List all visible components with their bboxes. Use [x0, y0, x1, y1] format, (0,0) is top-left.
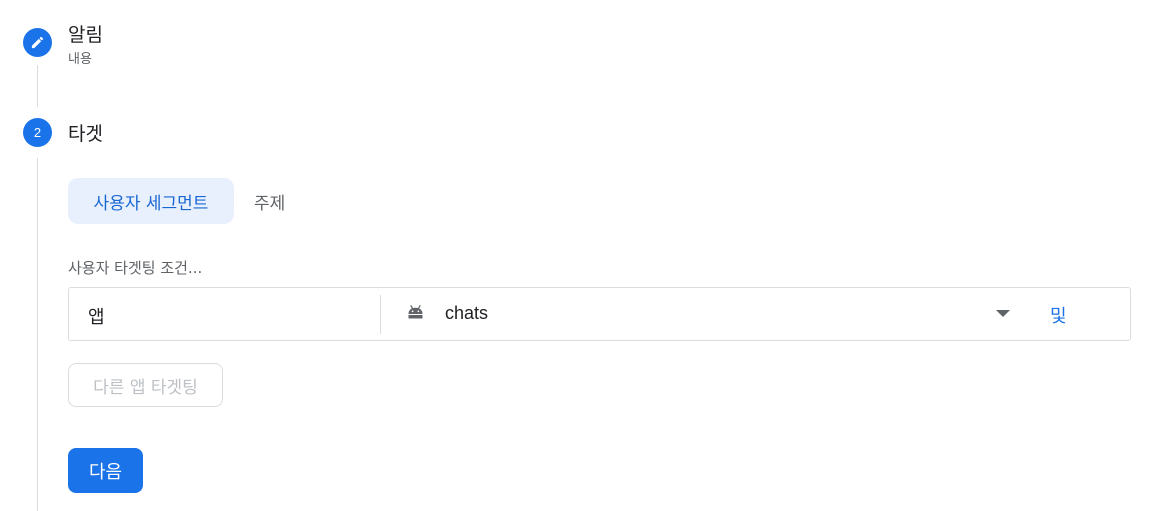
tab-user-segment[interactable]: 사용자 세그먼트 [68, 178, 234, 224]
step-1-subtitle: 내용 [68, 52, 92, 67]
step-1-title[interactable]: 알림 [68, 20, 103, 47]
add-and-condition-link[interactable]: 및 [1050, 302, 1067, 328]
dropdown-arrow-icon[interactable] [996, 310, 1010, 317]
notification-composer: 알림 내용 2 타겟 사용자 세그먼트 주제 사용자 타겟팅 조건... 앱 c… [0, 0, 1152, 511]
step-1-indicator[interactable] [23, 28, 52, 57]
condition-type-label: 앱 [88, 307, 105, 328]
pencil-icon [31, 36, 44, 49]
tab-topic[interactable]: 주제 [246, 178, 293, 224]
android-icon [408, 305, 423, 319]
step-2-indicator: 2 [23, 118, 52, 147]
next-button[interactable]: 다음 [68, 448, 143, 493]
selected-app-name: chats [445, 303, 489, 323]
target-other-app-button[interactable]: 다른 앱 타겟팅 [68, 363, 223, 407]
stepper-line [37, 65, 38, 107]
stepper-line [37, 158, 38, 511]
app-select-dropdown[interactable]: chats [395, 288, 1015, 340]
targeting-label: 사용자 타겟팅 조건... [68, 259, 203, 277]
step-2-title: 타겟 [68, 123, 103, 145]
divider [380, 295, 381, 334]
targeting-condition-row: 앱 chats 및 [68, 287, 1131, 341]
